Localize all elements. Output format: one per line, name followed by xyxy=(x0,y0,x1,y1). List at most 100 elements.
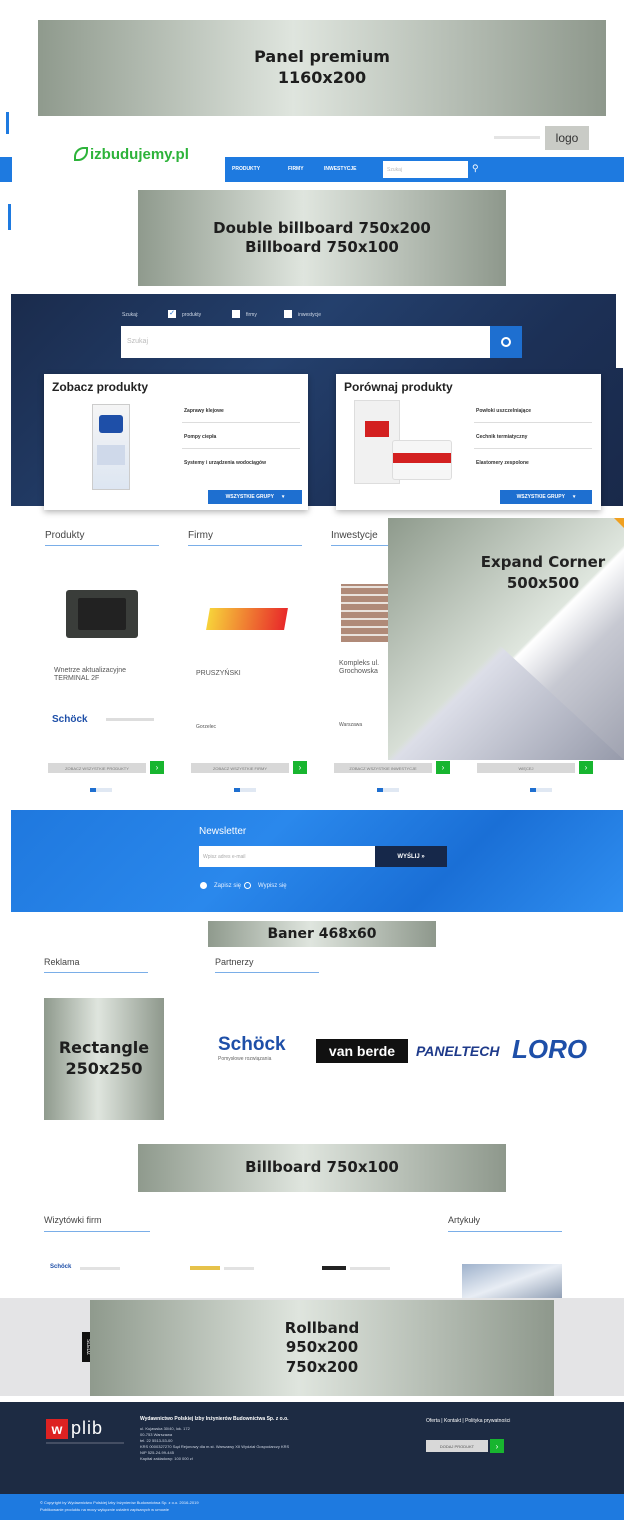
nav-produkty[interactable]: PRODUKTY xyxy=(232,166,260,172)
carousel-dots[interactable] xyxy=(377,788,399,792)
filter-firmy-checkbox[interactable] xyxy=(232,310,240,318)
footer-link-oferta[interactable]: Oferta xyxy=(426,1418,440,1424)
partner-logo-schock[interactable]: Schöck Pomysłowe rozwiązania xyxy=(218,1034,310,1070)
tab-underline xyxy=(188,545,302,546)
ad-size: 500x500 xyxy=(506,574,580,592)
partner-logo-paneltech[interactable]: PANELTECH xyxy=(416,1038,506,1064)
newsletter-send-button[interactable]: WYŚLIJ » xyxy=(375,846,447,867)
side-stripe xyxy=(6,112,9,134)
investment-image xyxy=(341,584,391,642)
listing-go-button[interactable]: › xyxy=(150,761,164,774)
filter-firmy-label: firmy xyxy=(246,312,257,318)
listing-more-button[interactable]: ZOBACZ WSZYSTKIE FIRMY xyxy=(191,763,289,773)
title-underline xyxy=(44,1231,150,1232)
copyright-text-2: Publikowanie produktu na mocy wyłącznie … xyxy=(40,1507,169,1512)
artykuly-title: Artykuły xyxy=(448,1215,481,1225)
ad-expand-corner[interactable]: Expand Corner 500x500 xyxy=(388,518,624,760)
listing-more-button[interactable]: ZOBACZ WSZYSTKIE PRODUKTY xyxy=(48,763,146,773)
newsletter-unsubscribe-radio[interactable] xyxy=(244,882,251,889)
tab-produkty[interactable]: Produkty xyxy=(45,530,84,541)
hero-filter-label: Szukaj: xyxy=(122,312,139,318)
newsletter-email-input[interactable]: Wpisz adres e-mail xyxy=(199,846,375,867)
card-left-item[interactable]: Zaprawy klejowe xyxy=(184,408,224,414)
divider xyxy=(182,448,300,449)
product-image xyxy=(66,590,138,638)
ad-label: Rollband xyxy=(284,1318,360,1337)
partner-logo[interactable]: logo xyxy=(545,126,589,150)
ad-rectangle[interactable]: Rectangle 250x250 xyxy=(44,998,164,1120)
ad-label: Expand Corner xyxy=(480,553,606,571)
company-meta xyxy=(106,718,154,721)
card-left-button[interactable]: WSZYSTKIE GRUPY ▾ xyxy=(208,490,302,504)
title-underline xyxy=(448,1231,562,1232)
footer-address: ul. Kujawska 30/40, lok. 172 00-753 Wars… xyxy=(140,1426,290,1461)
newsletter-subscribe-radio[interactable] xyxy=(200,882,207,889)
listing-go-button[interactable]: › xyxy=(579,761,593,774)
carousel-dots[interactable] xyxy=(530,788,552,792)
listing-item-name[interactable]: PRUSZYŃSKI xyxy=(196,670,241,677)
card-title: Porównaj produkty xyxy=(344,380,453,394)
company-card-meta xyxy=(80,1267,120,1270)
article-image[interactable] xyxy=(462,1264,562,1300)
tab-firmy[interactable]: Firmy xyxy=(188,530,213,541)
ad-label-block: Expand Corner 500x500 xyxy=(458,552,624,594)
listing-go-button[interactable]: › xyxy=(436,761,450,774)
hero-search-button[interactable] xyxy=(490,326,522,358)
footer-link-polityka[interactable]: Polityka prywatności xyxy=(465,1418,510,1424)
ad-size: 250x250 xyxy=(65,1059,143,1078)
filter-produkty-checkbox[interactable]: ✓ xyxy=(168,310,176,318)
company-card-logo[interactable]: Schöck xyxy=(50,1264,71,1270)
ad-baner-468x60[interactable]: Baner 468x60 xyxy=(208,921,436,947)
ad-panel-premium[interactable]: Panel premium 1160x200 xyxy=(38,20,606,116)
ad-billboard[interactable]: Billboard 750x100 xyxy=(138,1144,506,1192)
side-stripe xyxy=(8,204,11,230)
card-right-button[interactable]: WSZYSTKIE GRUPY ▾ xyxy=(500,490,592,504)
radio-label: Wypisz się xyxy=(258,883,287,889)
tab-inwestycje[interactable]: Inwestycje xyxy=(331,530,378,541)
card-right-item[interactable]: Cechnik termiatyczny xyxy=(476,434,527,440)
ad-label: Double billboard 750x200 xyxy=(213,218,431,237)
hero-search-input[interactable]: Szukaj xyxy=(121,326,490,358)
listing-item-name[interactable]: Kompleks ul. Grochowska xyxy=(339,660,389,676)
title-underline xyxy=(44,972,148,973)
listing-item-place: Gorzelec xyxy=(196,724,217,730)
divider xyxy=(474,448,592,449)
filter-inwestycje-label: inwestycje xyxy=(298,312,322,318)
product-bag-image xyxy=(92,404,130,490)
radio-label: Zapisz się xyxy=(214,883,242,889)
search-icon xyxy=(501,337,511,347)
footer-logo[interactable]: w plib xyxy=(46,1418,103,1439)
partner-logo-loro[interactable]: LORO xyxy=(512,1034,594,1066)
reklama-title: Reklama xyxy=(44,957,80,967)
carousel-dots[interactable] xyxy=(234,788,256,792)
footer-add-product-button[interactable]: DODAJ PRODUKT xyxy=(426,1440,488,1452)
company-card-meta xyxy=(350,1267,390,1270)
card-right-item[interactable]: Powłoki uszczelniające xyxy=(476,408,531,414)
listing-item-name[interactable]: Wnetrze aktualizacyjne TERMINAL 2F xyxy=(54,667,144,683)
search-icon[interactable]: ⚲ xyxy=(472,163,484,175)
ad-label: Baner 468x60 xyxy=(267,925,377,942)
footer-link-kontakt[interactable]: Kontakt xyxy=(444,1418,461,1424)
company-logo[interactable]: Schöck xyxy=(52,714,88,725)
nav-firmy[interactable]: FIRMY xyxy=(288,166,304,172)
header-meta xyxy=(494,136,540,139)
company-card-logo[interactable] xyxy=(190,1266,220,1270)
card-left-item[interactable]: Systemy i urządzenia wodociągów xyxy=(184,460,266,466)
card-right-item[interactable]: Elastomery zespolone xyxy=(476,460,529,466)
partner-logo-vanberde[interactable]: van berde xyxy=(316,1039,408,1063)
listing-more-button[interactable]: WIĘCEJ xyxy=(477,763,575,773)
card-left-item[interactable]: Pompy ciepła xyxy=(184,434,216,440)
wizytowki-title: Wizytówki firm xyxy=(44,1215,102,1225)
ad-rollband[interactable]: Rollband 950x200 750x200 xyxy=(90,1300,554,1396)
chevron-down-icon: ▾ xyxy=(572,494,576,500)
header-search-input[interactable]: Szukaj xyxy=(383,161,468,178)
footer-go-button[interactable]: › xyxy=(490,1439,504,1453)
carousel-dots[interactable] xyxy=(90,788,112,792)
filter-inwestycje-checkbox[interactable] xyxy=(284,310,292,318)
ad-double-billboard[interactable]: Double billboard 750x200 Billboard 750x1… xyxy=(138,190,506,286)
listing-go-button[interactable]: › xyxy=(293,761,307,774)
chevron-down-icon: ▾ xyxy=(281,494,285,500)
nav-inwestycje[interactable]: INWESTYCJE xyxy=(324,166,357,172)
listing-more-button[interactable]: ZOBACZ WSZYSTKIE INWESTYCJE xyxy=(334,763,432,773)
company-card-logo[interactable] xyxy=(322,1266,346,1270)
